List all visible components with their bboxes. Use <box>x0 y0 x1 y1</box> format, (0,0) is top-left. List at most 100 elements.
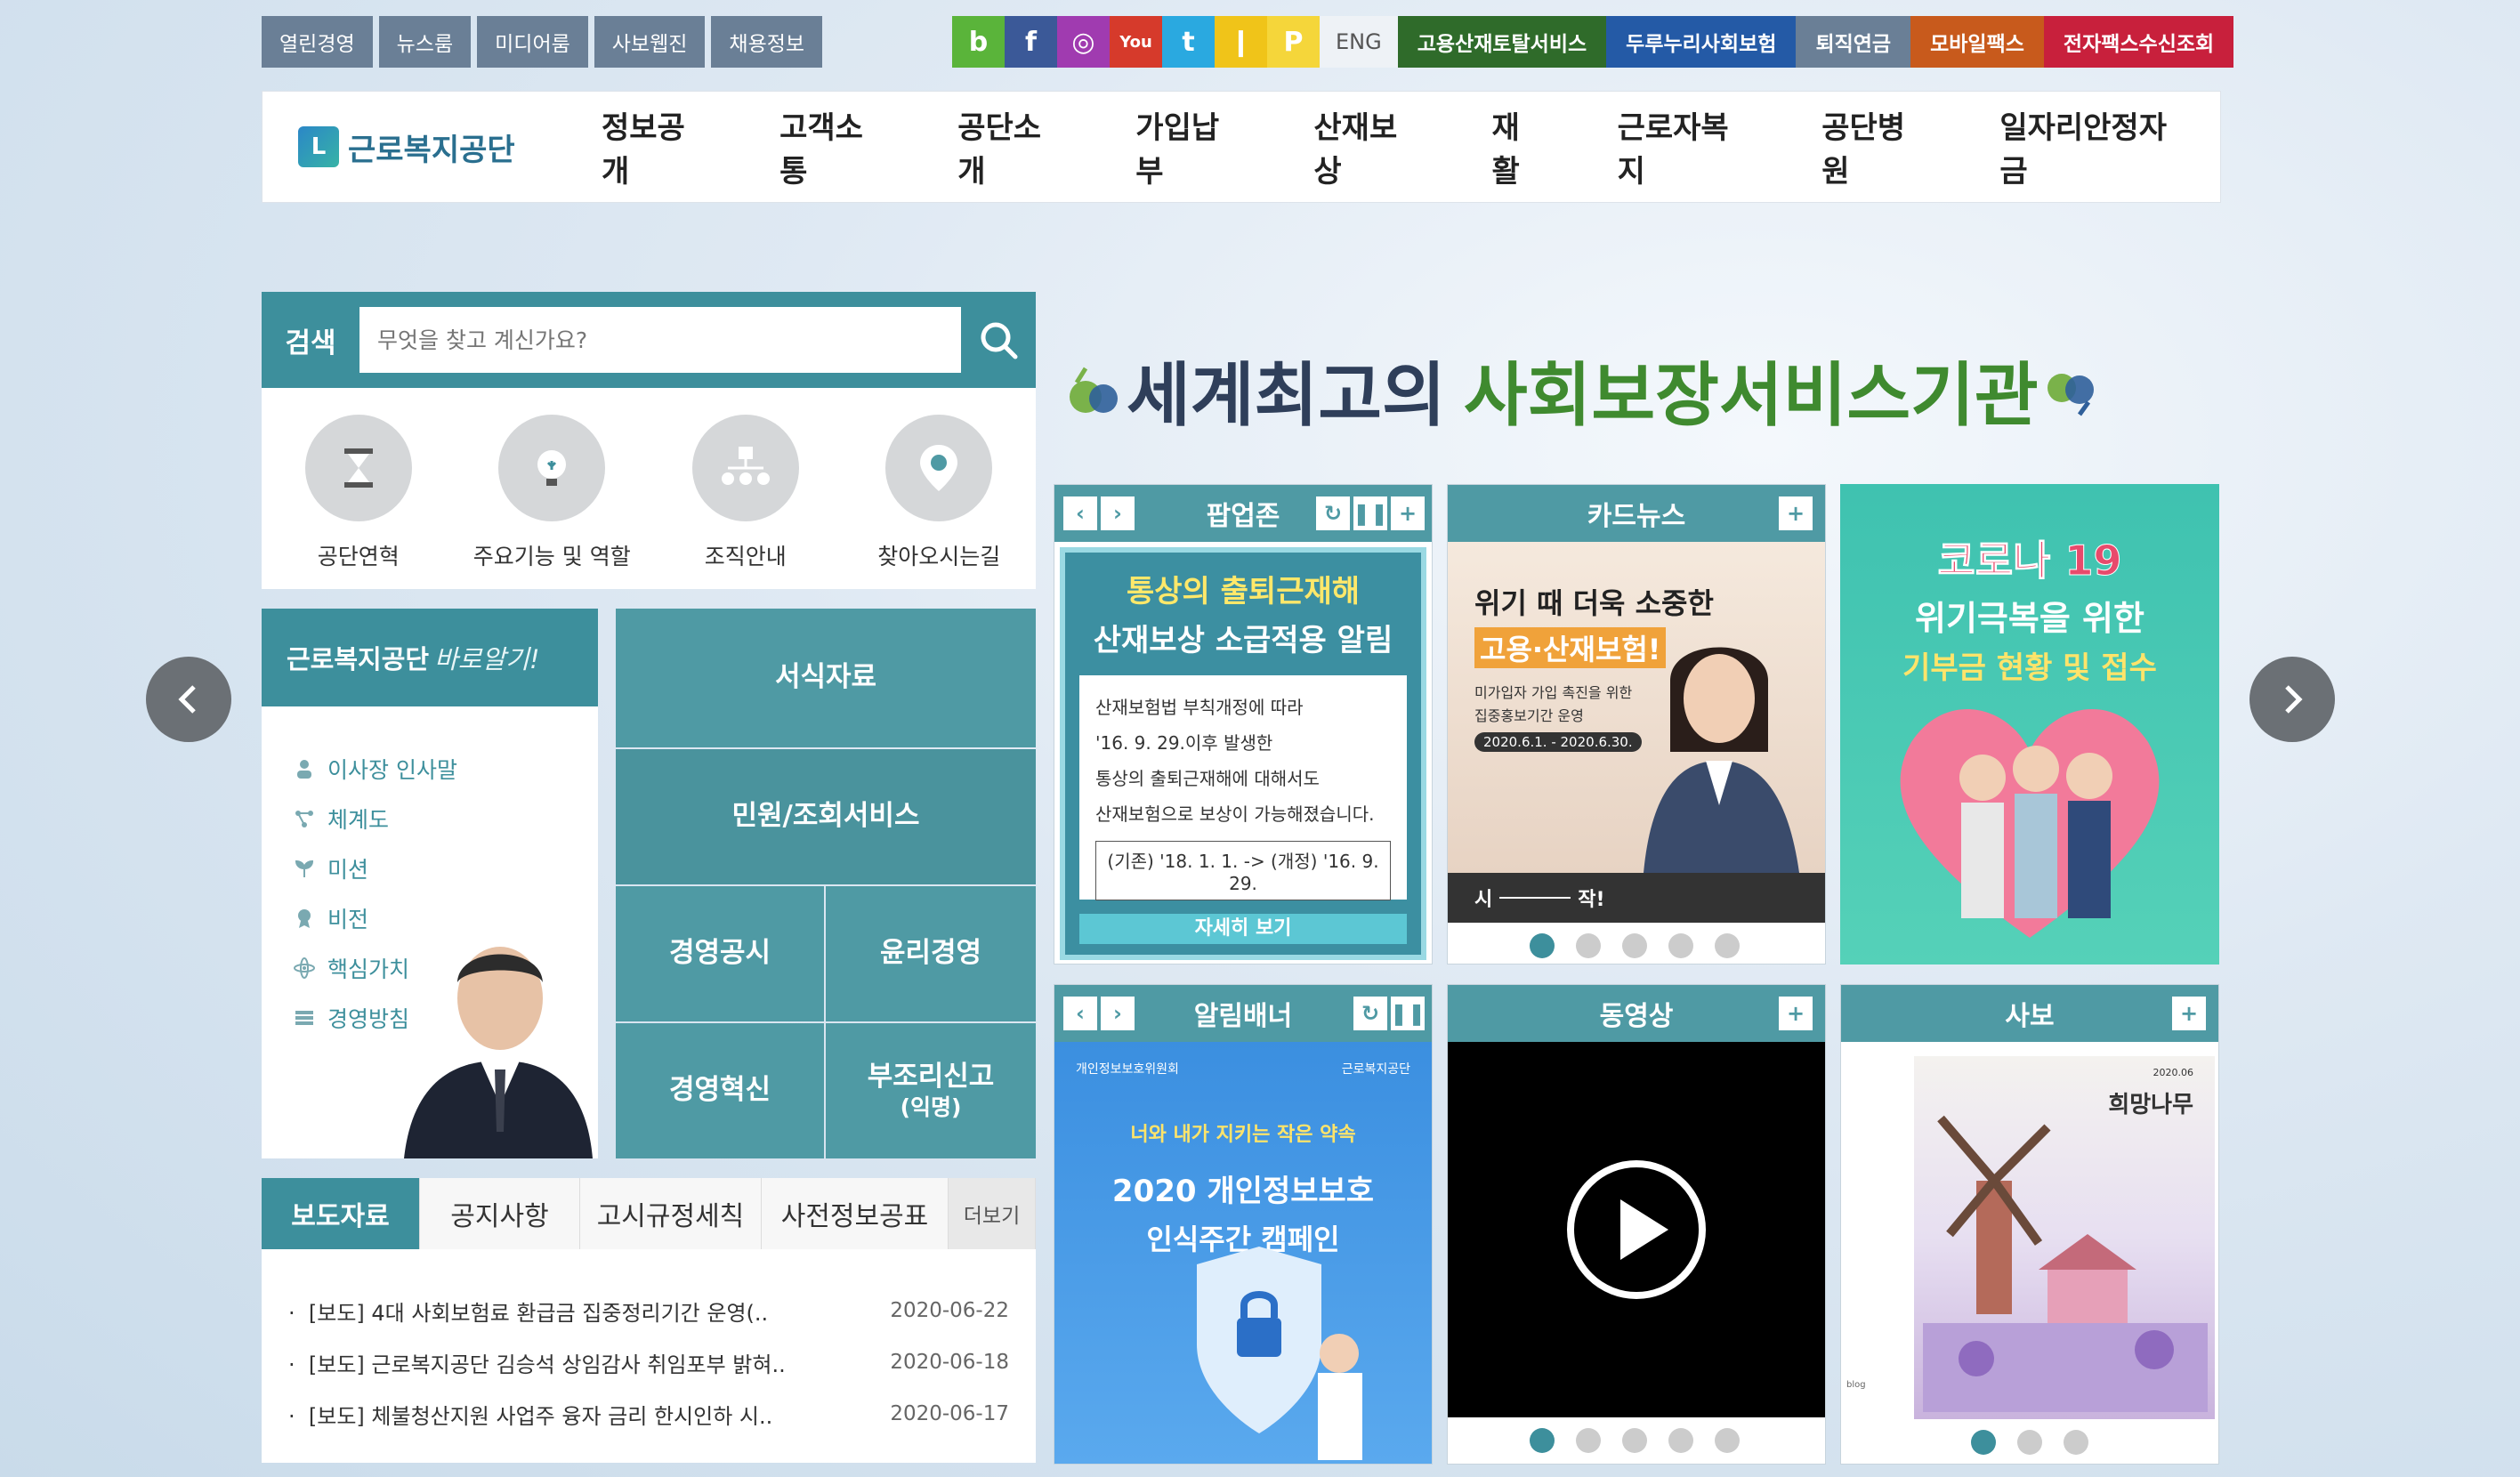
news-row[interactable]: · [보도] 4대 사회보험료 환급금 집중정리기간 운영(.. 2020-06-… <box>288 1285 1009 1336</box>
top-service-button-0[interactable]: 고용산재토탈서비스 <box>1397 16 1607 68</box>
page-dot[interactable] <box>2064 1430 2088 1455</box>
popup-line: 산재보험법 부칙개정에 따라 <box>1095 697 1304 718</box>
plus-icon[interactable]: + <box>2172 997 2206 1030</box>
util-link-0[interactable]: 열린경영 <box>262 16 373 68</box>
refresh-icon[interactable]: ↻ <box>1316 496 1350 530</box>
about-box-title: 근로복지공단 바로알기! <box>262 609 598 706</box>
plus-icon[interactable]: + <box>1391 496 1425 530</box>
card-news-slide[interactable]: 위기 때 더욱 소중한 고용·산재보험! 미가입자 가입 촉진을 위한 집중홍보… <box>1448 542 1825 873</box>
page-dot[interactable] <box>1576 1428 1601 1453</box>
quick-link-org[interactable]: 조직안내 <box>657 415 835 589</box>
pause-icon[interactable]: ❚❚ <box>1390 997 1426 1030</box>
gnb-item-1[interactable]: 고객소통 <box>743 103 921 190</box>
video-player[interactable] <box>1448 1042 1825 1417</box>
gnb-item-7[interactable]: 공단병원 <box>1785 103 1963 190</box>
gnb-item-2[interactable]: 공단소개 <box>921 103 1099 190</box>
util-link-1[interactable]: 뉴스룸 <box>378 16 472 68</box>
news-row[interactable]: · [보도] 체불청산지원 사업주 융자 금리 한시인하 시.. 2020-06-… <box>288 1388 1009 1440</box>
page-dot[interactable] <box>1668 1428 1693 1453</box>
next-button[interactable]: › <box>1101 496 1135 530</box>
top-service-button-2[interactable]: 퇴직연금 <box>1796 16 1911 68</box>
page-dot[interactable] <box>1622 933 1647 958</box>
about-item-structure[interactable]: 체계도 <box>294 794 598 843</box>
kakao-plus-icon[interactable]: P <box>1267 16 1320 68</box>
gnb-item-4[interactable]: 산재보상 <box>1277 103 1455 190</box>
sabo-cover[interactable]: 2020.06 희망나무 <box>1914 1056 2215 1419</box>
plus-icon[interactable]: + <box>1779 997 1813 1030</box>
eng-link[interactable]: ENG <box>1320 16 1398 68</box>
alert-banner-panel: ‹ › 알림배너 ↻ ❚❚ 개인정보보호위원회 근로복지공단 너와 내가 지키는 … <box>1054 984 1433 1465</box>
youtube-icon[interactable]: You <box>1110 16 1162 68</box>
quick-link-role[interactable]: 주요기능 및 역할 <box>463 415 641 589</box>
tab-pre-disclosure[interactable]: 사전정보공표 <box>762 1178 949 1249</box>
tile-label: 윤리경영 <box>879 937 982 970</box>
gnb-item-8[interactable]: 일자리안정자금 <box>1963 103 2220 190</box>
quick-link-location[interactable]: 찾아오시는길 <box>850 415 1028 589</box>
page-dot[interactable] <box>1971 1430 1996 1455</box>
popup-nav: ‹ › <box>1063 496 1135 530</box>
page-dot[interactable] <box>2017 1430 2042 1455</box>
gnb-item-0[interactable]: 정보공개 <box>565 103 743 190</box>
play-icon[interactable] <box>1565 1158 1708 1301</box>
card-headline-1: 위기 때 더욱 소중한 <box>1474 586 1714 620</box>
instagram-icon[interactable]: ◎ <box>1057 16 1110 68</box>
refresh-icon[interactable]: ↻ <box>1353 997 1387 1030</box>
pause-icon[interactable]: ❚❚ <box>1353 496 1388 530</box>
page-dot[interactable] <box>1715 1428 1740 1453</box>
tab-regulations[interactable]: 고시규정세칙 <box>580 1178 762 1249</box>
page-dot[interactable] <box>1715 933 1740 958</box>
tile-civil-service[interactable]: 민원/조회서비스 <box>616 749 1036 884</box>
site-logo[interactable]: L 근로복지공단 <box>298 125 547 169</box>
tile-ethics[interactable]: 윤리경영 <box>826 886 1036 1021</box>
gnb-item-6[interactable]: 근로자복지 <box>1581 103 1786 190</box>
gnb-item-5[interactable]: 재활 <box>1456 103 1581 190</box>
util-link-3[interactable]: 사보웹진 <box>594 16 706 68</box>
util-link-4[interactable]: 채용정보 <box>711 16 823 68</box>
tile-innovation[interactable]: 경영혁신 <box>616 1023 824 1158</box>
tile-report[interactable]: 부조리신고 (익명) <box>826 1023 1036 1158</box>
sabo-header: 사보 + <box>1841 985 2218 1042</box>
page-dot[interactable] <box>1668 933 1693 958</box>
popup-detail-button[interactable]: 자세히 보기 <box>1079 914 1407 944</box>
twitter-icon[interactable]: t <box>1162 16 1215 68</box>
prev-button[interactable]: ‹ <box>1063 496 1097 530</box>
top-service-button-1[interactable]: 두루누리사회보험 <box>1606 16 1797 68</box>
carousel-next-button[interactable] <box>2249 657 2335 742</box>
privacy-campaign-slide[interactable]: 개인정보보호위원회 근로복지공단 너와 내가 지키는 작은 약속 2020 개인정… <box>1054 1042 1432 1464</box>
corona-donation-banner[interactable]: 코로나 19 위기극복을 위한 기부금 현황 및 접수 <box>1840 484 2219 964</box>
plus-icon[interactable]: + <box>1779 496 1813 530</box>
search-button[interactable] <box>961 307 1036 373</box>
gnb-item-3[interactable]: 가입납부 <box>1099 103 1277 190</box>
next-button[interactable]: › <box>1101 997 1135 1030</box>
popup-slide[interactable]: 통상의 출퇴근재해 산재보상 소급적용 알림 산재보험법 부칙개정에 따라 '1… <box>1060 547 1426 960</box>
tab-notice[interactable]: 공지사항 <box>420 1178 580 1249</box>
search-input[interactable] <box>359 307 961 373</box>
quick-links: 공단연혁 주요기능 및 역할 조직안내 찾아오시는길 <box>262 388 1036 589</box>
popup-zone-header: ‹ › 팝업존 ↻ ❚❚ + <box>1054 485 1432 542</box>
page-dot[interactable] <box>1576 933 1601 958</box>
facebook-icon[interactable]: f <box>1005 16 1057 68</box>
about-item-ceo[interactable]: 이사장 인사말 <box>294 744 598 794</box>
search-icon <box>981 322 1018 359</box>
util-link-2[interactable]: 미디어룸 <box>477 16 588 68</box>
tile-forms[interactable]: 서식자료 <box>616 609 1036 747</box>
news-list: · [보도] 4대 사회보험료 환급금 집중정리기간 운영(.. 2020-06-… <box>262 1249 1036 1463</box>
tile-mgmt-disclosure[interactable]: 경영공시 <box>616 886 824 1021</box>
banner-nav: ‹ › <box>1063 997 1135 1030</box>
prev-button[interactable]: ‹ <box>1063 997 1097 1030</box>
news-row[interactable]: · [보도] 근로복지공단 김승석 상임감사 취임포부 밝혀.. 2020-06-… <box>288 1336 1009 1388</box>
top-service-button-3[interactable]: 모바일팩스 <box>1910 16 2044 68</box>
popup-headline-2: 산재보상 소급적용 알림 <box>1093 623 1393 658</box>
carousel-prev-button[interactable] <box>146 657 231 742</box>
quick-link-history[interactable]: 공단연혁 <box>270 415 448 589</box>
blog-icon[interactable]: b <box>952 16 1005 68</box>
kakao-story-icon[interactable]: ❙ <box>1215 16 1267 68</box>
about-item-mission[interactable]: 미션 <box>294 843 598 893</box>
page-dot[interactable] <box>1622 1428 1647 1453</box>
news-more-button[interactable]: 더보기 <box>949 1178 1036 1249</box>
page-dot[interactable] <box>1530 933 1555 958</box>
logo-mark-icon: L <box>298 126 339 167</box>
top-service-button-4[interactable]: 전자팩스수신조회 <box>2043 16 2234 68</box>
tab-press[interactable]: 보도자료 <box>262 1178 420 1249</box>
page-dot[interactable] <box>1530 1428 1555 1453</box>
